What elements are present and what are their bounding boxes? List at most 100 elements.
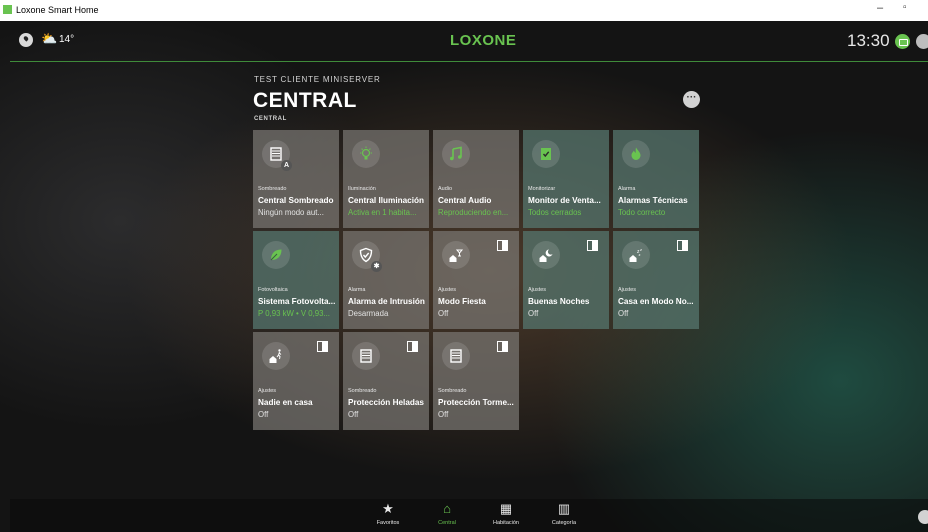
tile-category: Fotovoltaica [258, 287, 288, 293]
nav-habitacion[interactable]: ▦ Habitación [481, 501, 531, 527]
nav-label: Favoritos [376, 520, 400, 526]
tile-category: Ajustes [528, 287, 547, 293]
tile-monitor-ventanas[interactable]: Monitorizar Monitor de Venta... Todos ce… [523, 130, 609, 228]
miniserver-status-icon[interactable] [895, 34, 910, 49]
tile-category: Alarma [618, 186, 636, 192]
maximize-button[interactable]: ▫ [903, 2, 907, 13]
tile-category: Ajustes [258, 388, 277, 394]
motion-sensor-icon: ✱ [371, 261, 382, 272]
search-icon[interactable] [918, 510, 928, 524]
window-check-icon [532, 140, 560, 168]
tile-central-iluminacion[interactable]: Iluminación Central Iluminación Activa e… [343, 130, 429, 228]
brand-logo: LOXONE [450, 32, 517, 49]
tile-name: Alarma de Intrusión [348, 297, 425, 306]
tile-category: Sombreado [348, 388, 377, 394]
tile-name: Alarmas Técnicas [618, 196, 688, 205]
section-label: CENTRAL [254, 116, 287, 122]
bulb-icon [352, 140, 380, 168]
tile-category: Ajustes [618, 287, 637, 293]
tile-buenas-noches[interactable]: Ajustes Buenas Noches Off [523, 231, 609, 329]
music-note-icon [442, 140, 470, 168]
location-icon[interactable] [19, 33, 33, 47]
tile-sistema-fotovoltaico[interactable]: Fotovoltaica Sistema Fotovolta... P 0,93… [253, 231, 339, 329]
more-options-button[interactable]: ··· [683, 91, 700, 108]
tile-proteccion-tormenta[interactable]: Sombreado Protección Torme... Off [433, 332, 519, 430]
tile-central-sombreado[interactable]: A Sombreado Central Sombreado Ningún mod… [253, 130, 339, 228]
leaf-icon [262, 241, 290, 269]
category-icon: ▥ [557, 501, 571, 516]
window-title-bar: Loxone Smart Home – ▫ [0, 0, 928, 21]
sleep-house-icon: zzz [622, 241, 650, 269]
tile-alarma-intrusion[interactable]: ✱ Alarma Alarma de Intrusión Desarmada [343, 231, 429, 329]
nav-central[interactable]: ⌂ Central [422, 501, 472, 527]
tile-status: Reproduciendo en... [438, 208, 509, 217]
party-house-icon [442, 241, 470, 269]
tile-name: Central Iluminación [348, 196, 424, 205]
tile-status: Off [438, 410, 449, 419]
star-icon: ★ [382, 501, 394, 516]
tile-category: Iluminación [348, 186, 376, 192]
tile-name: Protección Torme... [438, 398, 514, 407]
partly-sunny-icon[interactable]: ⛅ [41, 31, 57, 47]
tile-modo-fiesta[interactable]: Ajustes Modo Fiesta Off [433, 231, 519, 329]
toggle-switch[interactable] [497, 341, 508, 352]
tile-nadie-en-casa[interactable]: Ajustes Nadie en casa Off [253, 332, 339, 430]
tile-category: Monitorizar [528, 186, 556, 192]
toggle-switch[interactable] [407, 341, 418, 352]
top-bar: ⛅ 14° LOXONE 13:30 [10, 21, 928, 62]
toggle-switch[interactable] [497, 240, 508, 251]
tile-name: Central Sombreado [258, 196, 334, 205]
tile-category: Audio [438, 186, 453, 192]
home-icon: ⌂ [443, 501, 451, 516]
tile-name: Modo Fiesta [438, 297, 486, 306]
tile-grid: A Sombreado Central Sombreado Ningún mod… [253, 130, 703, 430]
menu-icon[interactable] [916, 34, 928, 49]
tile-proteccion-heladas[interactable]: Sombreado Protección Heladas Off [343, 332, 429, 430]
auto-badge: A [281, 160, 292, 171]
tile-central-audio[interactable]: Audio Central Audio Reproduciendo en... [433, 130, 519, 228]
clock: 13:30 [847, 31, 890, 50]
nav-label: Habitación [493, 520, 519, 526]
blind-icon [352, 342, 380, 370]
app-area: ⛅ 14° LOXONE 13:30 TEST CLIENTE MINISERV… [0, 21, 928, 532]
nav-label: Categoría [551, 520, 577, 526]
tile-casa-modo-noche[interactable]: zzz Ajustes Casa en Modo No... Off [613, 231, 699, 329]
minimize-button[interactable]: – [877, 2, 883, 14]
svg-text:z: z [639, 252, 641, 257]
tile-name: Sistema Fotovolta... [258, 297, 336, 306]
tile-name: Nadie en casa [258, 398, 313, 407]
tile-category: Alarma [348, 287, 366, 293]
tile-name: Protección Heladas [348, 398, 424, 407]
tile-name: Buenas Noches [528, 297, 590, 306]
tile-status: Off [348, 410, 359, 419]
bottom-nav: ★ Favoritos ⌂ Central ▦ Habitación ▥ Cat… [10, 499, 928, 532]
tile-status: Desarmada [348, 309, 389, 318]
tile-category: Sombreado [438, 388, 467, 394]
window-title: Loxone Smart Home [16, 5, 99, 15]
tile-category: Ajustes [438, 287, 457, 293]
tile-status: Off [618, 309, 629, 318]
tile-status: Off [258, 410, 269, 419]
app-icon [3, 5, 12, 14]
page-title: CENTRAL [253, 89, 357, 112]
tile-status: Off [438, 309, 449, 318]
toggle-switch[interactable] [317, 341, 328, 352]
tile-status: Ningún modo aut... [258, 208, 324, 217]
away-house-icon [262, 342, 290, 370]
tile-name: Casa en Modo No... [618, 297, 694, 306]
nav-label: Central [438, 520, 456, 526]
tile-name: Monitor de Venta... [528, 196, 601, 205]
tile-status: Activa en 1 habita... [348, 208, 417, 217]
blind-icon [442, 342, 470, 370]
tile-status: Off [528, 309, 539, 318]
tile-alarmas-tecnicas[interactable]: Alarma Alarmas Técnicas Todo correcto [613, 130, 699, 228]
nav-categoria[interactable]: ▥ Categoría [539, 501, 589, 527]
moon-house-icon [532, 241, 560, 269]
toggle-switch[interactable] [677, 240, 688, 251]
tile-name: Central Audio [438, 196, 492, 205]
temperature[interactable]: 14° [59, 34, 74, 45]
tile-category: Sombreado [258, 186, 287, 192]
toggle-switch[interactable] [587, 240, 598, 251]
nav-favoritos[interactable]: ★ Favoritos [363, 501, 413, 527]
grid-icon: ▦ [499, 501, 513, 516]
